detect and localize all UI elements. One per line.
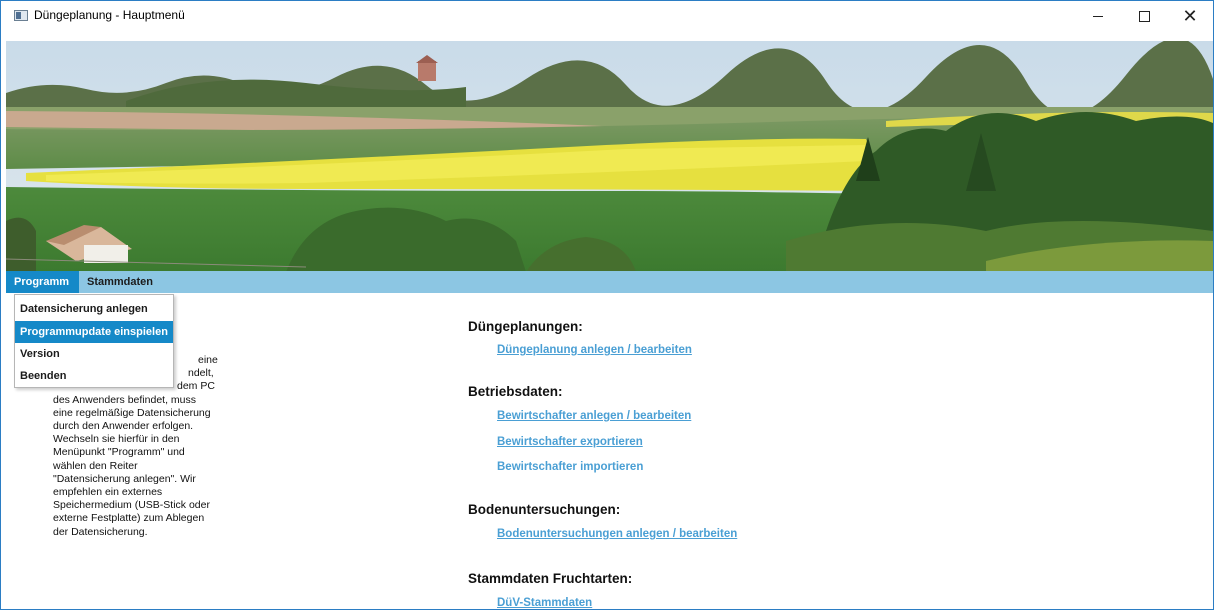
info-line: "Datensicherung anlegen". Wir — [53, 472, 196, 485]
programm-dropdown-menu: Datensicherung anlegen Programmupdate ei… — [14, 294, 174, 388]
menu-bar: Programm Stammdaten — [6, 271, 1213, 293]
info-line: durch den Anwender erfolgen. — [53, 420, 194, 433]
info-line: externe Festplatte) zum Ablegen — [53, 512, 205, 525]
link-bewirtschafter-importieren[interactable]: Bewirtschafter importieren — [497, 461, 643, 473]
menu-item-version[interactable]: Version — [15, 343, 173, 365]
link-bodenuntersuchungen-anlegen-bearbeiten[interactable]: Bodenuntersuchungen anlegen / bearbeiten — [497, 528, 737, 540]
info-line: empfehlen ein externes — [53, 486, 163, 499]
info-line: wählen den Reiter — [53, 459, 138, 472]
info-line: eine regelmäßige Datensicherung — [53, 406, 211, 419]
app-window: Düngeplanung - Hauptmenü ✕ Programm Stam… — [0, 0, 1214, 610]
link-bewirtschafter-anlegen-bearbeiten[interactable]: Bewirtschafter anlegen / bearbeiten — [497, 410, 691, 422]
minimize-icon — [1093, 15, 1103, 17]
section-title-duengeplanungen: Düngeplanungen: — [468, 319, 583, 334]
link-duev-stammdaten[interactable]: DüV-Stammdaten — [497, 597, 592, 609]
menu-item-beenden[interactable]: Beenden — [15, 365, 173, 387]
menu-item-programmupdate-einspielen[interactable]: Programmupdate einspielen — [15, 321, 173, 343]
section-title-bodenuntersuchungen: Bodenuntersuchungen: — [468, 502, 621, 517]
link-duengeplanung-anlegen-bearbeiten[interactable]: Düngeplanung anlegen / bearbeiten — [497, 344, 692, 356]
title-bar[interactable]: Düngeplanung - Hauptmenü ✕ — [1, 1, 1213, 31]
link-bewirtschafter-exportieren[interactable]: Bewirtschafter exportieren — [497, 436, 643, 448]
info-line: Speichermedium (USB-Stick oder — [53, 499, 210, 512]
close-button[interactable]: ✕ — [1167, 1, 1213, 31]
info-line: der Datensicherung. — [53, 525, 148, 538]
minimize-button[interactable] — [1075, 1, 1121, 31]
info-line: Wechseln sie hierfür in den — [53, 433, 180, 446]
close-icon: ✕ — [1182, 6, 1198, 26]
section-title-stammdaten-fruchtarten: Stammdaten Fruchtarten: — [468, 571, 633, 586]
maximize-icon — [1138, 10, 1150, 22]
info-line: Menüpunkt "Programm" und — [53, 446, 185, 459]
section-title-betriebsdaten: Betriebsdaten: — [468, 384, 563, 399]
maximize-button[interactable] — [1121, 1, 1167, 31]
menu-stammdaten[interactable]: Stammdaten — [79, 271, 159, 293]
info-line: des Anwenders befindet, muss — [53, 393, 197, 406]
landscape-banner-image — [6, 41, 1213, 272]
menu-item-datensicherung-anlegen[interactable]: Datensicherung anlegen — [15, 298, 173, 320]
menu-programm[interactable]: Programm — [6, 271, 79, 293]
app-window-icon — [14, 10, 28, 21]
window-title: Düngeplanung - Hauptmenü — [34, 8, 185, 22]
